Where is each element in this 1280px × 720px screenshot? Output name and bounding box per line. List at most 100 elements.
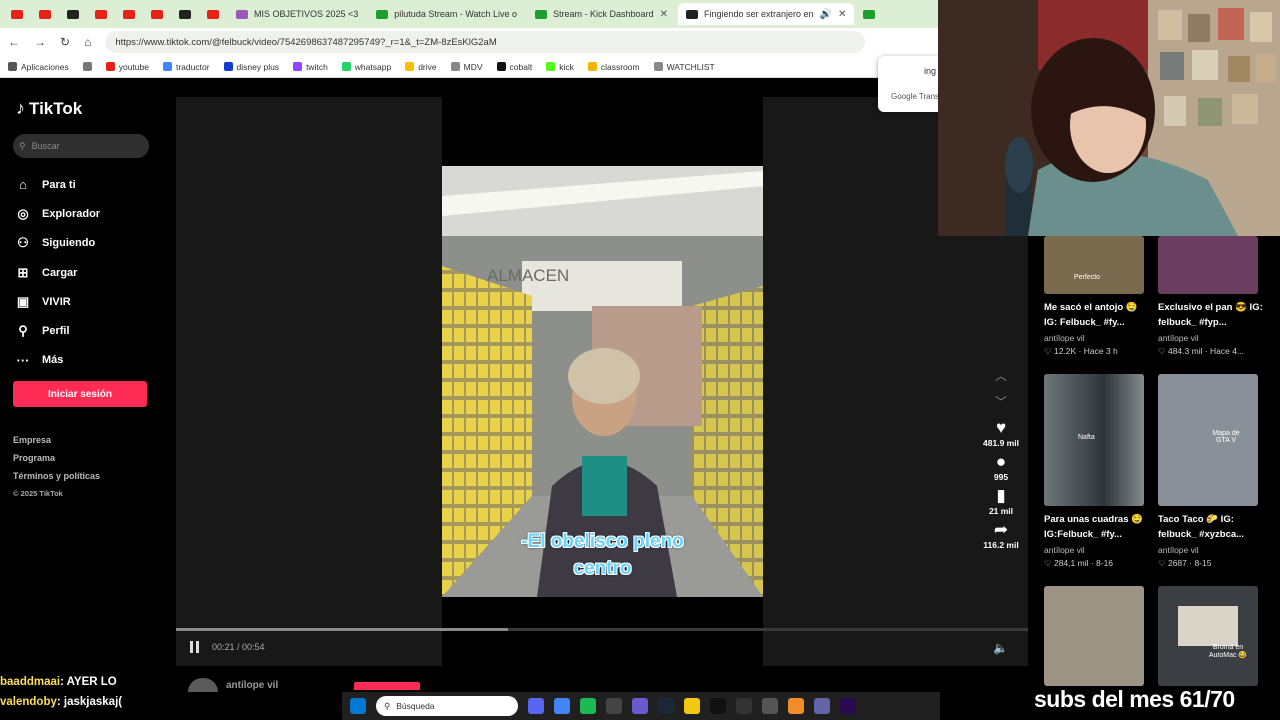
related-thumb-3[interactable]: Nafta	[1044, 374, 1144, 506]
sidebar-item-perfil[interactable]: ⚲ Perfil	[16, 316, 100, 345]
youtube-icon	[123, 9, 135, 19]
tab-youtube-1[interactable]	[4, 3, 30, 25]
bookmark-youtube[interactable]: youtube	[105, 62, 149, 72]
tiktok-logo[interactable]: ♪ TikTok	[16, 98, 82, 119]
chatgpt-icon[interactable]	[762, 698, 778, 714]
sidebar-item-vivir[interactable]: ▣ VIVIR	[16, 287, 100, 316]
bookmark-mdv[interactable]: MDV	[450, 62, 483, 72]
bookmark-traductor[interactable]: traductor	[162, 62, 210, 72]
comment-button[interactable]: ● 995	[983, 452, 1019, 482]
related-thumb-2[interactable]	[1158, 236, 1258, 294]
bookmark-grid[interactable]	[82, 62, 92, 71]
bookmark-whatsapp[interactable]: whatsapp	[341, 62, 391, 72]
related-author-1[interactable]: antílope vil	[1044, 333, 1085, 343]
teams-icon[interactable]	[814, 698, 830, 714]
spotify-icon[interactable]	[580, 698, 596, 714]
windows-start-icon[interactable]	[350, 698, 366, 714]
tab-app-2[interactable]	[172, 3, 198, 25]
related-author-4[interactable]: antílope vil	[1158, 545, 1199, 555]
save-button[interactable]: ▮ 21 mil	[983, 486, 1019, 516]
more-icon: ···	[16, 352, 30, 368]
bookmark-drive[interactable]: drive	[405, 62, 437, 72]
related-thumb-4[interactable]: Mapa de GTA V	[1158, 374, 1258, 506]
chevron-down-icon[interactable]: ﹀	[995, 388, 1007, 414]
volume-icon[interactable]: 🔈	[993, 641, 1008, 655]
footer-link-empresa[interactable]: Empresa	[13, 435, 100, 453]
translate-popup[interactable]: ing Google Trans	[878, 56, 940, 112]
app-icon	[67, 9, 79, 19]
related-thumb-6[interactable]: Broma en AutoMac 😂	[1158, 586, 1258, 686]
chrome-icon[interactable]	[554, 698, 570, 714]
search-icon: ⚲	[384, 700, 391, 711]
steam-icon[interactable]	[658, 698, 674, 714]
tab-tiktok[interactable]: Fingiendo ser extranjero en 🔊 ✕	[677, 3, 855, 25]
bookmark-apps[interactable]: Aplicaciones	[8, 62, 69, 72]
related-title-4[interactable]: Taco Taco 🌮 IG: felbuck_ #xyzbca...	[1158, 512, 1263, 542]
back-icon[interactable]: ←	[8, 35, 20, 49]
video-frame[interactable]: ALMACEN -El obelisco pleno centro	[442, 166, 763, 597]
related-thumb-5[interactable]	[1044, 586, 1144, 686]
folder-icon[interactable]	[684, 698, 700, 714]
premiere-icon[interactable]	[840, 698, 856, 714]
footer-link-programa[interactable]: Programa	[13, 453, 100, 471]
notion-icon[interactable]	[736, 698, 752, 714]
related-title-3[interactable]: Para unas cuadras 🤤 IG:Felbuck_ #fy...	[1044, 512, 1149, 542]
reload-icon[interactable]: ↻	[60, 35, 70, 49]
tab-whatsapp[interactable]	[856, 3, 882, 25]
tab-youtube-3[interactable]	[88, 3, 114, 25]
bookmark-kick[interactable]: kick	[546, 62, 574, 72]
drive-icon	[405, 62, 415, 71]
tab-app[interactable]	[60, 3, 86, 25]
follow-button[interactable]	[354, 682, 420, 690]
sidebar-item-para-ti[interactable]: ⌂ Para ti	[16, 170, 100, 199]
close-icon[interactable]: ✕	[660, 9, 668, 20]
home-icon[interactable]: ⌂	[84, 35, 91, 49]
chevron-up-icon[interactable]: ︿	[995, 362, 1007, 388]
youtube-icon	[151, 9, 163, 19]
sidebar-item-explorador[interactable]: ◎ Explorador	[16, 199, 100, 228]
save-count: 21 mil	[988, 506, 1014, 516]
close-icon[interactable]: ✕	[838, 9, 846, 20]
tab-kick-watch[interactable]: pilutuda Stream - Watch Live o	[368, 3, 525, 25]
bookmark-watchlist[interactable]: WATCHLIST	[653, 62, 715, 72]
sidebar-item-cargar[interactable]: ⊞ Cargar	[16, 258, 100, 287]
thumb-text: Perfecto	[1074, 274, 1101, 281]
video-progress-bar[interactable]	[176, 628, 1028, 631]
bookmark-classroom[interactable]: classroom	[587, 62, 640, 72]
tab-kick-dashboard[interactable]: Stream - Kick Dashboard ✕	[527, 3, 676, 25]
taskbar-search[interactable]: ⚲ Búsqueda	[376, 696, 518, 716]
fl-studio-icon[interactable]	[788, 698, 804, 714]
tab-youtube-4[interactable]	[116, 3, 142, 25]
related-thumb-1[interactable]: Perfecto	[1044, 236, 1144, 294]
speaker-icon[interactable]: 🔊	[820, 9, 832, 20]
subtitle-line-1: -El obelisco pleno	[521, 531, 684, 552]
related-title-2[interactable]: Exclusivo el pan 😎 IG: felbuck_ #fyp...	[1158, 300, 1263, 330]
address-bar[interactable]: https://www.tiktok.com/@felbuck/video/75…	[105, 31, 866, 53]
tab-youtube-2[interactable]	[32, 3, 58, 25]
obs-icon[interactable]	[606, 698, 622, 714]
login-button[interactable]: Iniciar sesión	[13, 381, 147, 407]
search-input[interactable]: ⚲ Buscar	[13, 134, 149, 158]
bookmark-cobalt[interactable]: cobalt	[496, 62, 532, 72]
forward-icon[interactable]: →	[34, 35, 46, 49]
pause-icon[interactable]	[190, 641, 202, 653]
bookmark-twitch[interactable]: twitch	[293, 62, 328, 72]
discord-icon[interactable]	[528, 698, 544, 714]
bookmark-disney[interactable]: disney plus	[223, 62, 279, 72]
epic-icon[interactable]	[710, 698, 726, 714]
related-videos: Perfecto Me sacó el antojo 🤤 IG: Felbuck…	[1028, 236, 1280, 686]
tab-youtube-6[interactable]	[200, 3, 226, 25]
sidebar-item-siguiendo[interactable]: ⚇ Siguiendo	[16, 229, 100, 258]
share-button[interactable]: ➦ 116.2 mil	[983, 520, 1019, 550]
like-button[interactable]: ♥ 481.9 mil	[983, 418, 1019, 448]
footer-link-terminos[interactable]: Términos y políticas	[13, 471, 100, 489]
tab-youtube-5[interactable]	[144, 3, 170, 25]
tab-objetivos[interactable]: MIS OBJETIVOS 2025 <3	[228, 3, 366, 25]
related-author-3[interactable]: antílope vil	[1044, 545, 1085, 555]
sidebar-item-mas[interactable]: ··· Más	[16, 346, 100, 375]
nav-label: Más	[42, 354, 64, 367]
sidebar-nav: ⌂ Para ti ◎ Explorador ⚇ Siguiendo ⊞ Cargar …	[16, 170, 101, 375]
related-title-1[interactable]: Me sacó el antojo 🤤 IG: Felbuck_ #fy...	[1044, 300, 1149, 330]
app-icon[interactable]	[632, 698, 648, 714]
related-author-2[interactable]: antílope vil	[1158, 333, 1199, 343]
